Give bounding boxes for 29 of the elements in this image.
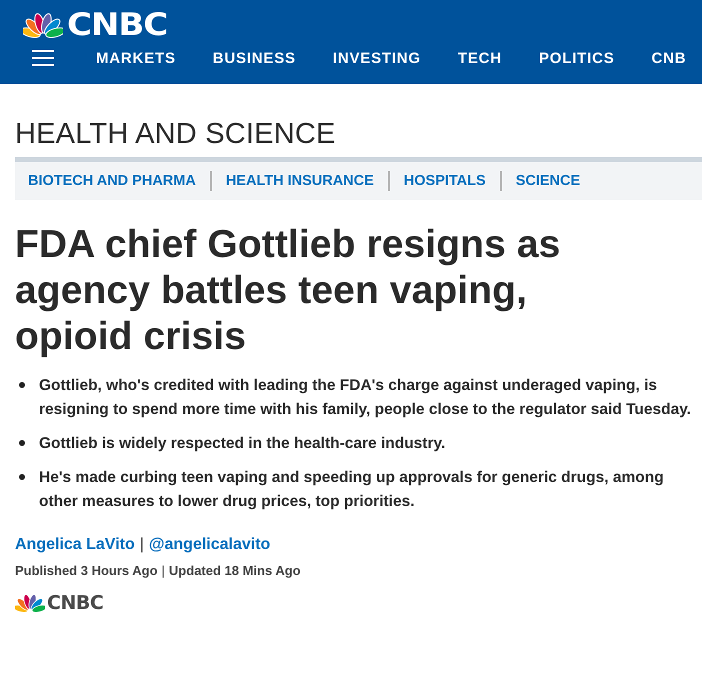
headline: FDA chief Gottlieb resigns as agency battles teen vaping, opioid crisis: [15, 222, 562, 360]
subnav-link[interactable]: HOSPITALS: [404, 173, 486, 189]
published-time: Published 3 Hours Ago: [15, 563, 158, 578]
bullet-icon: [19, 382, 25, 388]
updated-time: Updated 18 Mins Ago: [168, 563, 301, 578]
logo-text: CNBC: [47, 592, 104, 614]
subnav-link[interactable]: BIOTECH AND PHARMA: [28, 173, 196, 189]
logo-text[interactable]: CNBC: [67, 10, 168, 40]
subnav-link[interactable]: HEALTH INSURANCE: [226, 173, 374, 189]
separator: |: [140, 536, 144, 554]
peacock-icon: [15, 593, 45, 613]
nav-link[interactable]: INVESTING: [332, 50, 421, 66]
nav-link[interactable]: POLITICS: [538, 50, 615, 66]
key-point: Gottlieb, who's credited with leading the FDA's charge against underaged vaping, is resigning to spend more time with his family, people close to the regulator said Tuesday.: [39, 376, 692, 420]
separator: |: [162, 563, 165, 578]
nav-link[interactable]: TECH: [458, 50, 502, 66]
bullet-icon: [19, 474, 25, 480]
nav-link[interactable]: CNB: [652, 50, 686, 66]
nav-link[interactable]: MARKETS: [96, 50, 176, 66]
section-title: HEALTH AND SCIENCE: [15, 118, 337, 150]
author-handle-link[interactable]: @angelicalavito: [148, 536, 270, 554]
subnav-link[interactable]: SCIENCE: [516, 173, 580, 189]
nav-link[interactable]: BUSINESS: [212, 50, 296, 66]
bullet-icon: [19, 440, 25, 446]
menu-icon[interactable]: [32, 49, 54, 67]
peacock-icon: [23, 12, 63, 38]
author-link[interactable]: Angelica LaVito: [15, 536, 135, 554]
key-point: Gottlieb is widely respected in the health-care industry.: [39, 434, 446, 454]
key-point: He's made curbing teen vaping and speeding up approvals for generic drugs, among other measures to lower drug prices, top priorities.: [39, 468, 665, 512]
